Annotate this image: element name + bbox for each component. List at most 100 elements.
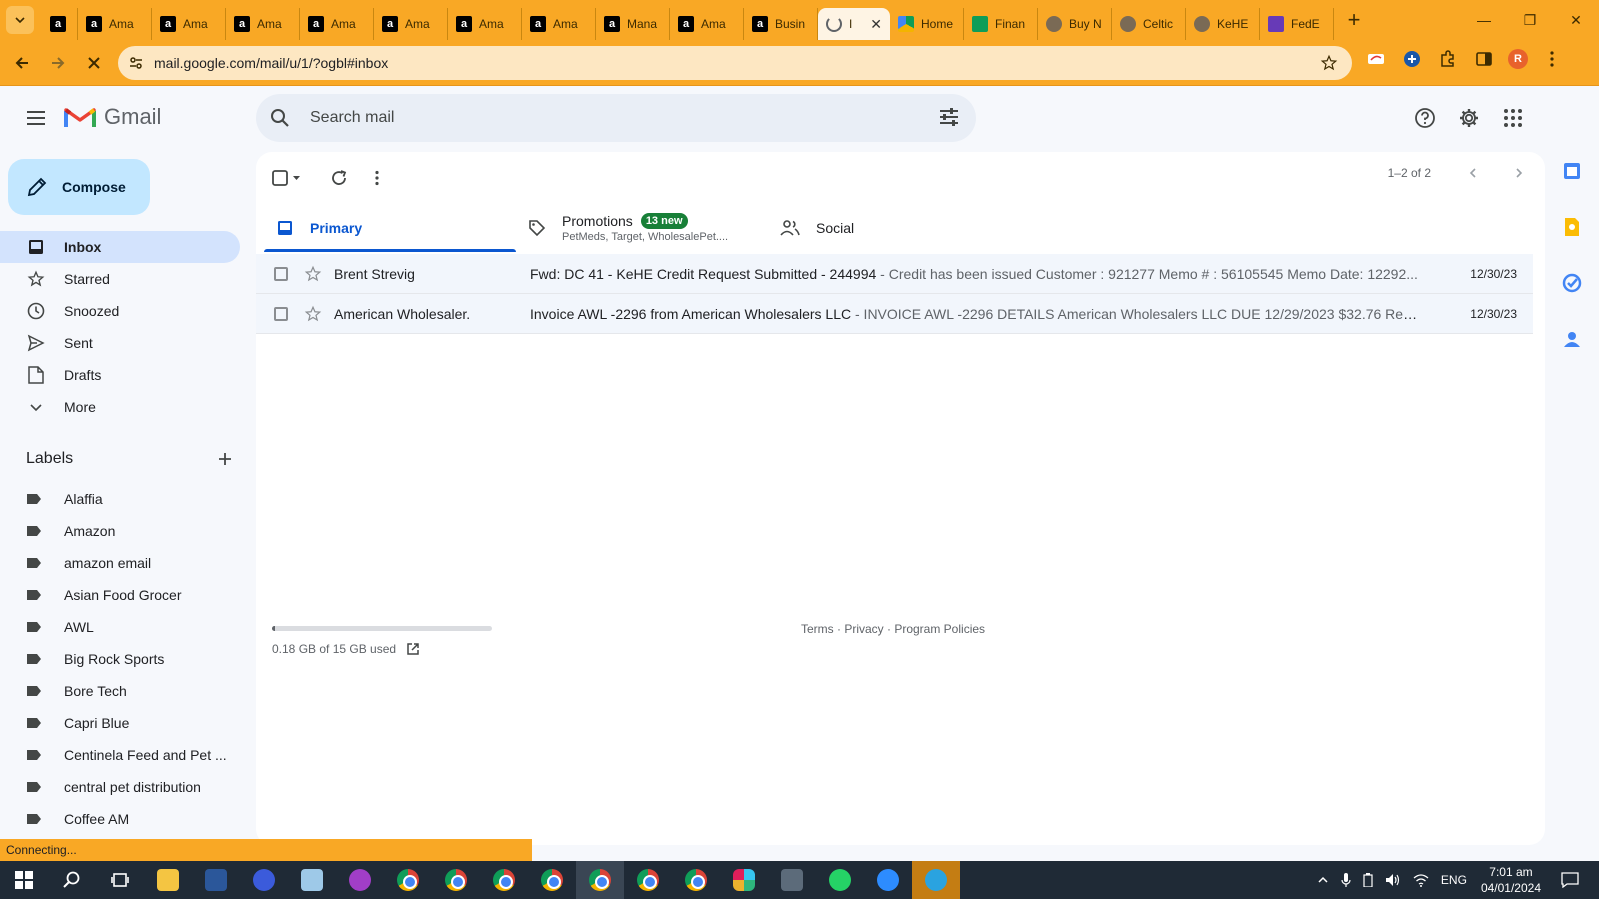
microphone-icon[interactable] — [1341, 873, 1351, 887]
browser-tab[interactable]: a — [42, 8, 78, 40]
chevron-up-icon[interactable] — [1317, 874, 1329, 886]
browser-tab[interactable]: KeHE — [1186, 8, 1260, 40]
label-item[interactable]: Bore Tech — [0, 675, 240, 707]
browser-tab[interactable]: a Ama — [152, 8, 226, 40]
browser-tab[interactable]: a Ama — [374, 8, 448, 40]
zoom-icon[interactable] — [864, 861, 912, 899]
label-item[interactable]: central pet distribution — [0, 771, 240, 803]
tab-promotions[interactable]: Promotions 13 new PetMeds, Target, Whole… — [516, 204, 768, 252]
tasks-icon[interactable] — [1561, 272, 1583, 294]
label-item[interactable]: AWL — [0, 611, 240, 643]
address-bar[interactable]: mail.google.com/mail/u/1/?ogbl#inbox — [118, 46, 1352, 80]
sidebar-item-starred[interactable]: Starred — [0, 263, 240, 295]
settings-button[interactable] — [1453, 102, 1485, 134]
email-checkbox[interactable] — [274, 306, 288, 321]
main-menu-button[interactable] — [20, 102, 52, 134]
chrome-profile-5-icon[interactable] — [624, 861, 672, 899]
taskbar-search-button[interactable] — [48, 861, 96, 899]
back-button[interactable] — [4, 45, 40, 81]
browser-menu-icon[interactable] — [1540, 47, 1564, 71]
close-tab-icon[interactable]: ✕ — [870, 16, 882, 33]
chrome-profile-6-icon[interactable] — [672, 861, 720, 899]
browser-tab[interactable]: Finan — [964, 8, 1038, 40]
minimize-button[interactable]: — — [1461, 0, 1507, 40]
browser-tab[interactable]: a Mana — [596, 8, 670, 40]
forward-button[interactable] — [40, 45, 76, 81]
browser-tab[interactable]: a Ama — [522, 8, 596, 40]
label-item[interactable]: Capri Blue — [0, 707, 240, 739]
open-external-icon[interactable] — [406, 642, 420, 656]
telegram-icon[interactable] — [912, 861, 960, 899]
storage-usage[interactable]: 0.18 GB of 15 GB used — [272, 642, 420, 656]
slack-icon[interactable] — [720, 861, 768, 899]
chrome-profile-1-icon[interactable] — [384, 861, 432, 899]
tab-social[interactable]: Social — [768, 204, 1020, 252]
star-icon[interactable] — [304, 305, 322, 323]
sidebar-item-drafts[interactable]: Drafts — [0, 359, 240, 391]
compose-button[interactable]: Compose — [8, 159, 150, 215]
bookmark-star-icon[interactable] — [1320, 54, 1338, 72]
label-item[interactable]: Asian Food Grocer — [0, 579, 240, 611]
sidebar-item-snoozed[interactable]: Snoozed — [0, 295, 240, 327]
keep-icon[interactable] — [1561, 216, 1583, 238]
more-actions-button[interactable] — [374, 162, 380, 194]
browser-tab[interactable]: a Ama — [448, 8, 522, 40]
policies-links[interactable]: Terms · Privacy · Program Policies — [801, 622, 985, 636]
start-button[interactable] — [0, 861, 48, 899]
search-icon[interactable] — [270, 108, 290, 128]
profile-avatar[interactable]: R — [1508, 49, 1528, 69]
wifi-icon[interactable] — [1413, 873, 1429, 887]
sidebar-item-inbox[interactable]: Inbox — [0, 231, 240, 263]
refresh-button[interactable] — [330, 162, 348, 194]
browser-tab[interactable]: a Ama — [670, 8, 744, 40]
label-item[interactable]: Alaffia — [0, 483, 240, 515]
label-item[interactable]: amazon email — [0, 547, 240, 579]
side-panel-icon[interactable] — [1472, 47, 1496, 71]
tab-primary[interactable]: Primary — [264, 204, 516, 252]
add-label-icon[interactable] — [218, 452, 232, 466]
chrome-profile-active-icon[interactable] — [576, 861, 624, 899]
puzzle-icon[interactable] — [1436, 47, 1460, 71]
search-options-icon[interactable] — [938, 106, 960, 128]
browser-tab[interactable]: a Ama — [226, 8, 300, 40]
extension-blue-icon[interactable] — [1400, 47, 1424, 71]
messenger-icon[interactable] — [336, 861, 384, 899]
browser-tab[interactable]: a Ama — [78, 8, 152, 40]
sidebar-item-more[interactable]: More — [0, 391, 240, 423]
browser-tab[interactable]: Celtic — [1112, 8, 1186, 40]
label-item[interactable]: Amazon — [0, 515, 240, 547]
select-all-checkbox[interactable] — [272, 162, 302, 194]
chevron-left-icon[interactable] — [1467, 167, 1479, 179]
browser-tab[interactable]: a Ama — [300, 8, 374, 40]
calculator-icon[interactable] — [768, 861, 816, 899]
star-icon[interactable] — [304, 265, 322, 283]
browser-tab[interactable]: FedE — [1260, 8, 1334, 40]
task-view-button[interactable] — [96, 861, 144, 899]
app-shield-icon[interactable] — [240, 861, 288, 899]
browser-tab[interactable]: I ✕ — [818, 8, 890, 40]
browser-tab[interactable]: a Busin — [744, 8, 818, 40]
site-settings-icon[interactable] — [128, 55, 144, 71]
close-window-button[interactable]: ✕ — [1553, 0, 1599, 40]
restore-button[interactable]: ❐ — [1507, 0, 1553, 40]
contacts-icon[interactable] — [1561, 328, 1583, 350]
email-row[interactable]: American Wholesaler. Invoice AWL -2296 fr… — [256, 294, 1533, 334]
extension-icon[interactable] — [1364, 47, 1388, 71]
tab-search-button[interactable] — [6, 6, 34, 34]
volume-icon[interactable] — [1385, 873, 1401, 887]
file-explorer-icon[interactable] — [144, 861, 192, 899]
chrome-profile-3-icon[interactable] — [480, 861, 528, 899]
label-item[interactable]: Centinela Feed and Pet ... — [0, 739, 240, 771]
search-input[interactable] — [310, 109, 910, 127]
sidebar-item-sent[interactable]: Sent — [0, 327, 240, 359]
label-item[interactable]: Coffee AM — [0, 803, 240, 835]
stop-loading-button[interactable] — [76, 45, 112, 81]
taskbar-clock[interactable]: 7:01 am 04/01/2024 — [1481, 864, 1541, 896]
battery-icon[interactable] — [1363, 873, 1373, 887]
support-button[interactable] — [1409, 102, 1441, 134]
notification-icon[interactable] — [1561, 872, 1579, 888]
gmail-logo[interactable]: Gmail — [64, 104, 161, 130]
calendar-icon[interactable] — [1561, 160, 1583, 182]
chevron-right-icon[interactable] — [1513, 167, 1525, 179]
browser-tab[interactable]: Buy N — [1038, 8, 1112, 40]
